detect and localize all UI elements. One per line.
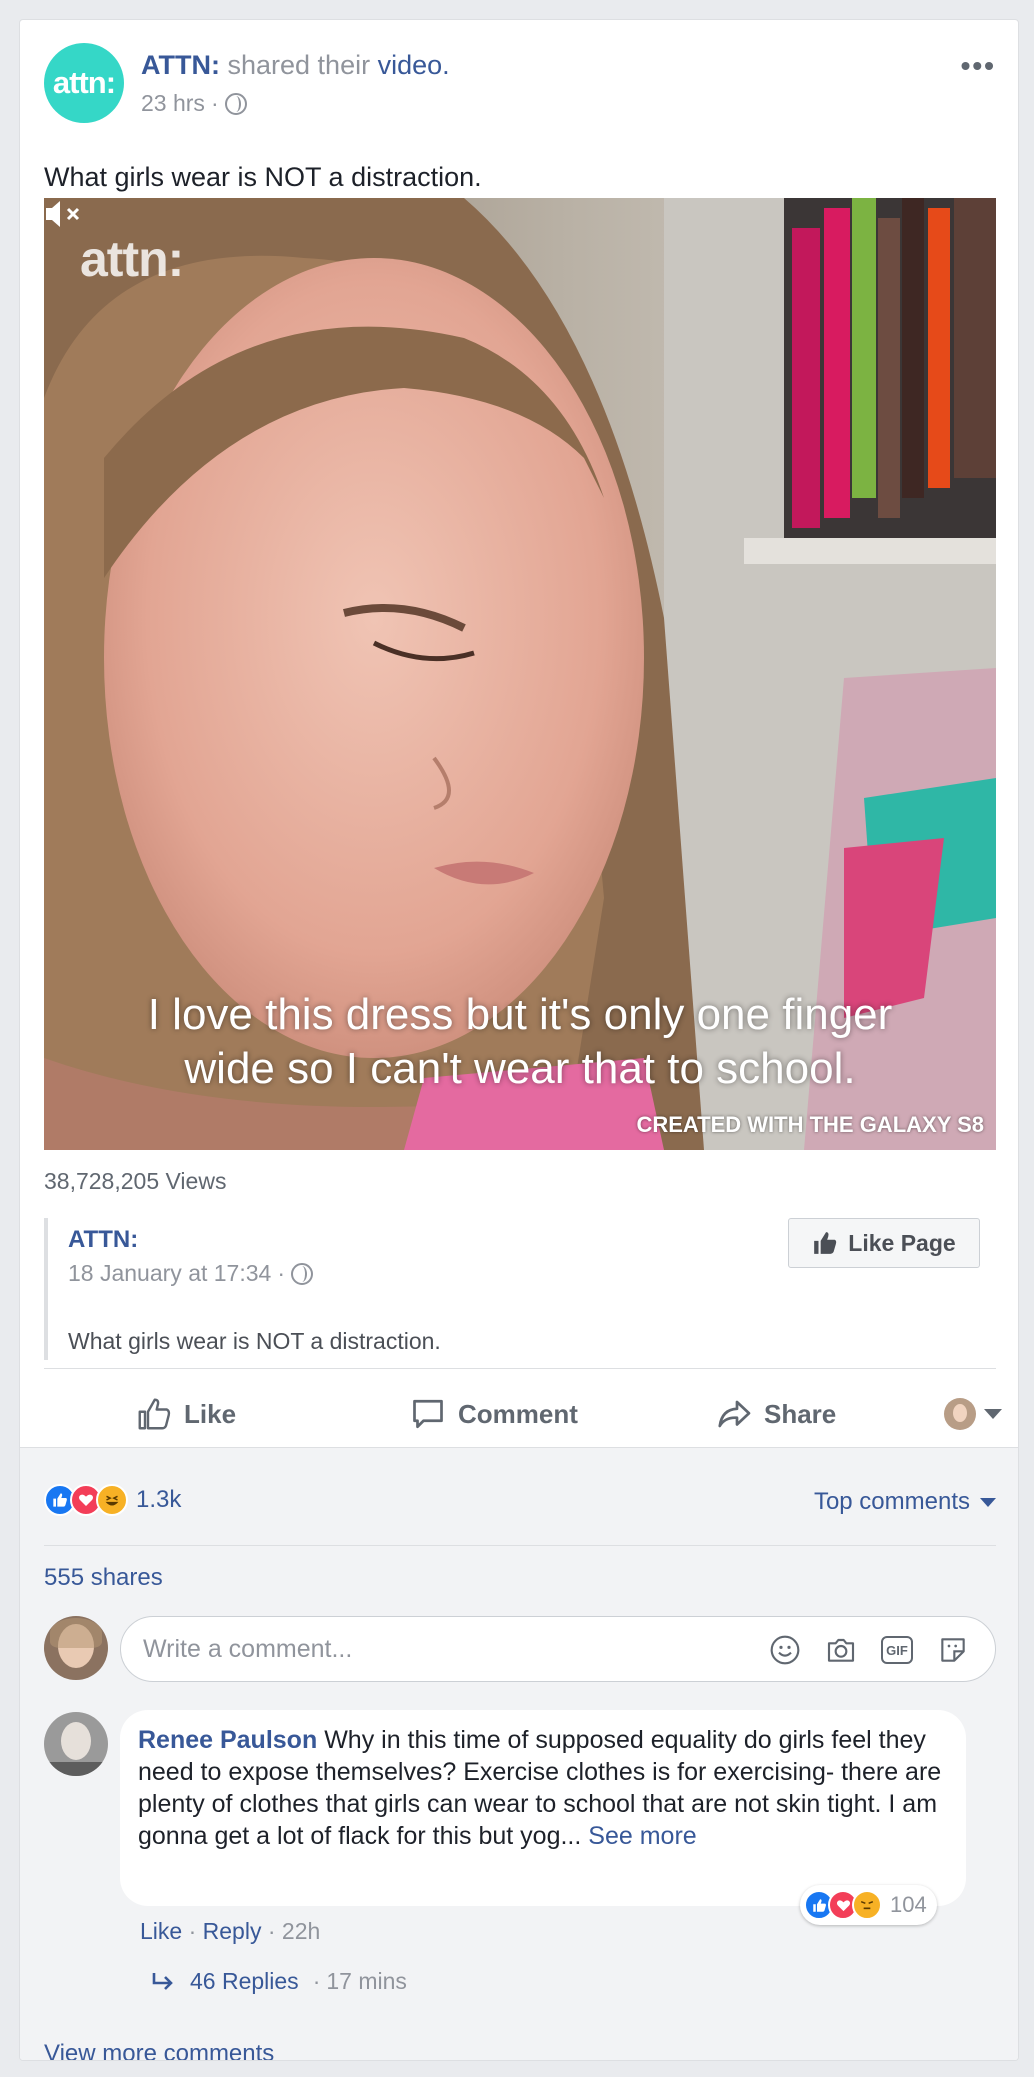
video-watermark: attn: [80,231,184,287]
post-meta: 23 hrs · [141,90,247,117]
meta-separator: · [210,90,219,116]
comment-bubble: Renee Paulson Why in this time of suppos… [120,1710,966,1906]
camera-icon[interactable] [825,1634,857,1666]
current-user-avatar[interactable] [44,1616,108,1680]
actions-divider [44,1368,996,1369]
post-card: attn: ATTN: shared their video. 23 hrs ·… [19,19,1019,2061]
comment-label: Comment [458,1398,578,1429]
comment-actions: Like · Reply · 22h [140,1918,320,1945]
comment-like-link[interactable]: Like [140,1918,182,1944]
comments-section: 1.3k Top comments 555 shares GIF [20,1447,1018,2060]
view-more-comments-link[interactable]: View more comments [44,2040,274,2060]
like-page-label: Like Page [848,1229,956,1256]
caption-line-1: I love this dress but it's only one fing… [147,990,893,1039]
shared-post-text: What girls wear is NOT a distraction. [68,1328,441,1354]
caption-line-2: wide so I can't wear that to school. [184,1044,856,1093]
like-label: Like [184,1398,237,1429]
comment-reaction-count: 104 [890,1892,927,1917]
comment-button[interactable]: Comment [410,1384,578,1444]
post-actions: Like Comment Share [44,1384,1002,1444]
chevron-down-icon [984,1409,1002,1419]
post-as-selector[interactable] [944,1398,1002,1430]
mute-icon[interactable] [44,198,84,230]
meta-separator: · [312,1968,321,1994]
post-text: What girls wear is NOT a distraction. [44,162,482,192]
stats-divider [44,1545,996,1546]
meta-separator: · [267,1918,282,1944]
like-button[interactable]: Like [136,1384,236,1444]
chevron-down-icon [980,1497,996,1507]
sticker-icon[interactable] [937,1634,969,1666]
emoji-icon[interactable] [769,1634,801,1666]
shared-page-name[interactable]: ATTN: [68,1226,138,1254]
reply-arrow-icon [152,1972,173,1990]
video-caption: I love this dress but it's only one fing… [44,988,996,1096]
share-icon [718,1400,751,1428]
globe-icon [291,1262,313,1285]
see-more-link[interactable]: See more [588,1822,696,1850]
commenter-avatar[interactable] [44,1712,108,1776]
thumbs-up-icon [814,1232,837,1254]
shared-post-meta: 18 January at 17:34 · [68,1260,313,1287]
view-replies-link[interactable]: 46 Replies · 17 mins [150,1968,407,1995]
comment-icon [413,1399,443,1429]
reactions-summary[interactable]: 1.3k [44,1484,181,1516]
replies-count: 46 Replies [190,1968,299,1994]
reaction-count: 1.3k [136,1486,182,1513]
shared-video-link[interactable]: video. [378,50,450,80]
video-credit: CREATED WITH THE GALAXY S8 [636,1112,984,1137]
viewer-avatar [944,1398,976,1430]
comment-input[interactable] [143,1617,743,1681]
share-label: Share [764,1398,837,1429]
comment-time[interactable]: 22h [282,1918,320,1944]
commenter-name[interactable]: Renee Paulson [138,1726,317,1754]
replies-time: 17 mins [326,1968,407,1994]
globe-icon [224,92,247,115]
shared-post-attachment: ATTN: 18 January at 17:34 · What girls w… [44,1218,996,1360]
page-avatar[interactable]: attn: [44,43,124,123]
like-page-button[interactable]: Like Page [788,1218,980,1268]
comment-order-label: Top comments [813,1488,970,1515]
comment-reactions[interactable]: 104 [800,1885,937,1925]
shared-post-date[interactable]: 18 January at 17:34 [68,1260,271,1287]
post-header: ATTN: shared their video. [141,50,450,81]
post-timestamp[interactable]: 23 hrs [141,90,205,117]
haha-reaction-icon [96,1484,128,1516]
page-avatar-logo: attn: [52,65,116,100]
angry-reaction-icon [852,1890,882,1920]
shared-text: shared their [227,50,371,80]
more-options-button[interactable]: ••• [961,50,996,82]
page-name-link[interactable]: ATTN: [141,50,220,80]
meta-separator: · [188,1918,203,1944]
comment-order-dropdown[interactable]: Top comments [814,1488,996,1516]
comment-reply-link[interactable]: Reply [203,1918,262,1944]
video-player[interactable]: attn: I love this dress but it's only on… [44,198,996,1150]
shares-count-link[interactable]: 555 shares [44,1564,163,1592]
view-count: 38,728,205 Views [44,1168,227,1194]
meta-separator: · [277,1260,285,1286]
comment-composer[interactable]: GIF [120,1616,996,1682]
share-button[interactable]: Share [716,1384,836,1444]
thumbs-up-outline-icon [138,1398,171,1430]
gif-icon[interactable]: GIF [881,1636,913,1664]
